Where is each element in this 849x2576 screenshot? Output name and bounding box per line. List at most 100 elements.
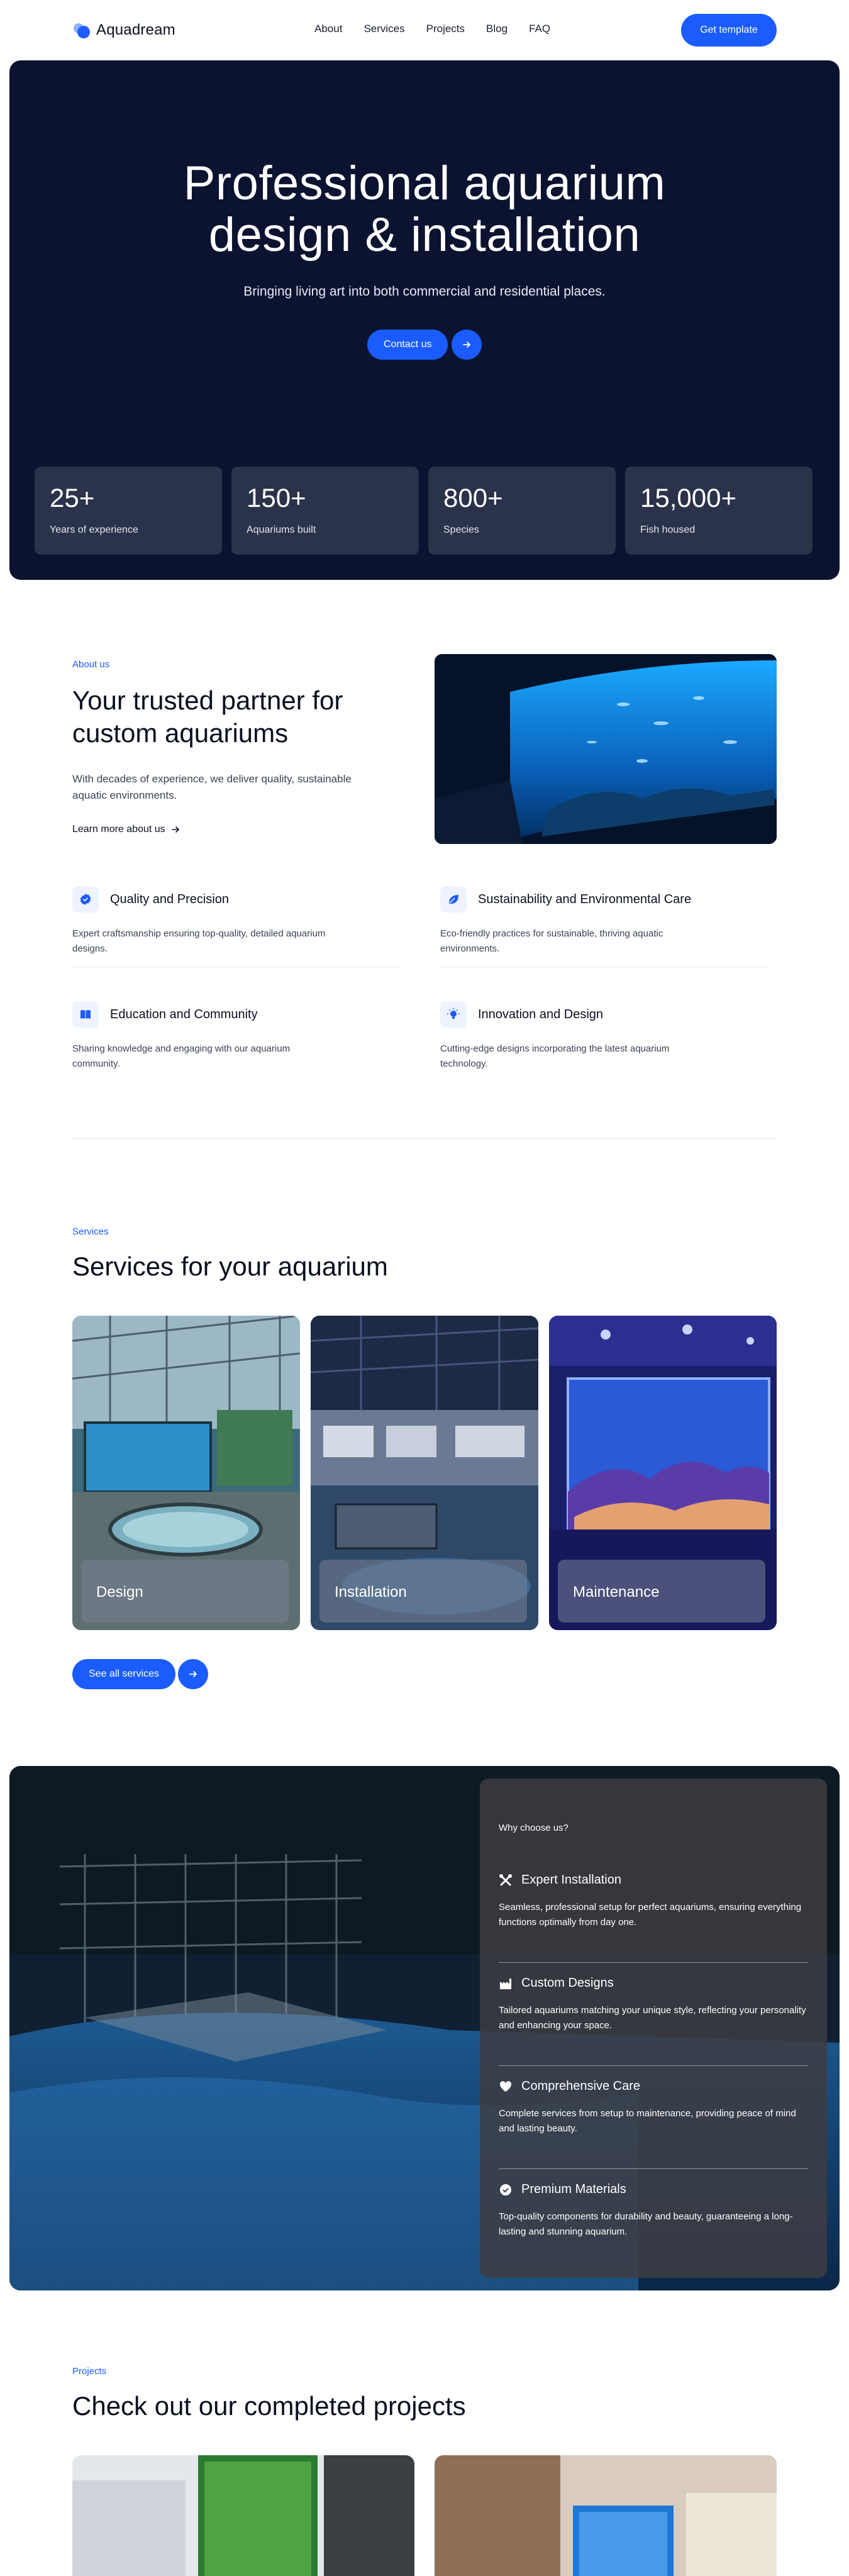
see-all-services-button[interactable]: See all services (72, 1659, 176, 1689)
tools-icon (499, 1874, 512, 1885)
learn-more-link[interactable]: Learn more about us (72, 824, 180, 835)
service-card-installation[interactable]: Installation (311, 1316, 538, 1630)
leaf-icon (440, 886, 467, 913)
factory-icon (500, 1978, 511, 1989)
hero-title-line-2: design & installation (208, 208, 641, 262)
aquarium-tunnel-image (435, 654, 777, 844)
logo-icon (72, 21, 91, 40)
why-item-comprehensive-care: Comprehensive Care Complete services fro… (499, 2079, 808, 2136)
why-item-title: Custom Designs (521, 1976, 614, 1990)
service-card-design[interactable]: Design (72, 1316, 300, 1630)
lightbulb-icon (440, 1001, 467, 1028)
aquarium-illustration (435, 654, 777, 844)
why-item-title: Expert Installation (521, 1873, 621, 1887)
why-eyebrow: Why choose us? (499, 1823, 569, 1833)
nav-links: About Services Projects Blog FAQ (314, 23, 550, 35)
service-card-label: Maintenance (558, 1560, 765, 1623)
service-card-maintenance[interactable]: Maintenance (549, 1316, 777, 1630)
stat-label: Species (443, 525, 479, 535)
feature-title: Quality and Precision (110, 892, 229, 906)
hero-subtitle: Bringing living art into both commercial… (243, 284, 606, 299)
nav-link-projects[interactable]: Projects (426, 23, 465, 35)
feature-quality: Quality and Precision Expert craftsmansh… (72, 886, 406, 957)
contact-arrow-button[interactable] (452, 330, 482, 360)
stat-card: 150+ Aquariums built (231, 467, 419, 555)
nav-link-faq[interactable]: FAQ (529, 23, 550, 35)
feature-innovation: Innovation and Design Cutting-edge desig… (440, 1001, 774, 1072)
about-description: With decades of experience, we deliver q… (72, 773, 352, 801)
nav-link-about[interactable]: About (314, 23, 342, 35)
feature-description: Eco-friendly practices for sustainable, … (440, 928, 663, 954)
feature-description: Expert craftsmanship ensuring top-qualit… (72, 928, 326, 954)
stat-card: 800+ Species (428, 467, 616, 555)
service-card-label: Design (81, 1560, 289, 1623)
feature-title: Innovation and Design (478, 1007, 604, 1021)
project-card-image[interactable] (435, 2455, 777, 2576)
brand-logo[interactable]: Aquadream (72, 21, 175, 40)
section-divider (72, 1138, 777, 1139)
service-card-title: Installation (335, 1584, 407, 1601)
nav-link-blog[interactable]: Blog (486, 23, 508, 35)
stats-row: 25+ Years of experience 150+ Aquariums b… (35, 467, 813, 555)
contact-us-button[interactable]: Contact us (367, 330, 448, 360)
arrow-right-icon (171, 826, 179, 833)
nav-link-services[interactable]: Services (363, 23, 404, 35)
projects-eyebrow: Projects (72, 2366, 107, 2377)
projects-title: Check out our completed projects (72, 2391, 466, 2421)
stat-label: Years of experience (50, 525, 138, 535)
stat-value: 150+ (247, 483, 306, 513)
stat-card: 25+ Years of experience (35, 467, 222, 555)
stat-value: 15,000+ (640, 483, 736, 513)
stat-value: 800+ (443, 483, 503, 513)
hero-cta-group: Contact us (367, 330, 482, 360)
project-office-aquarium-image (72, 2455, 414, 2576)
heart-icon (499, 2080, 512, 2092)
hero-section: Professional aquarium design & installat… (9, 60, 840, 580)
brand-name: Aquadream (96, 21, 175, 38)
about-eyebrow: About us (72, 659, 110, 670)
about-title: Your trusted partner for custom aquarium… (72, 686, 343, 748)
why-divider (499, 2168, 808, 2169)
service-card-label: Installation (319, 1560, 527, 1623)
why-item-premium-materials: Premium Materials Top-quality components… (499, 2182, 808, 2240)
service-card-title: Maintenance (573, 1584, 660, 1601)
services-eyebrow: Services (72, 1226, 109, 1237)
service-card-title: Design (96, 1584, 143, 1601)
stat-label: Aquariums built (247, 525, 316, 535)
why-item-description: Seamless, professional setup for perfect… (499, 1902, 802, 1928)
book-icon (72, 1001, 99, 1028)
stat-card: 15,000+ Fish housed (625, 467, 813, 555)
services-arrow-button[interactable] (178, 1659, 209, 1689)
hero-title-line-1: Professional aquarium (183, 157, 666, 210)
why-item-description: Complete services from setup to maintena… (499, 2108, 796, 2134)
project-lobby-aquarium-image (435, 2455, 777, 2576)
why-item-title: Comprehensive Care (521, 2079, 640, 2093)
get-template-button[interactable]: Get template (681, 14, 777, 47)
why-divider (499, 2065, 808, 2066)
why-choose-us-panel: Why choose us? Expert Installation Seaml… (480, 1779, 827, 2278)
hero-title: Professional aquarium design & installat… (9, 158, 840, 261)
arrow-right-icon (463, 341, 471, 348)
project-card-image[interactable] (72, 2455, 414, 2576)
top-navigation: Aquadream About Services Projects Blog F… (0, 0, 849, 60)
feature-description: Sharing knowledge and engaging with our … (72, 1043, 291, 1069)
badge-check-icon (500, 2184, 511, 2196)
feature-education: Education and Community Sharing knowledg… (72, 1001, 406, 1072)
badge-check-icon (72, 886, 99, 913)
page: Aquadream About Services Projects Blog F… (0, 0, 849, 2576)
why-choose-us-section: Why choose us? Expert Installation Seaml… (9, 1766, 840, 2290)
feature-title: Sustainability and Environmental Care (478, 892, 692, 906)
services-title: Services for your aquarium (72, 1252, 388, 1281)
why-item-title: Premium Materials (521, 2182, 626, 2196)
why-item-description: Top-quality components for durability an… (499, 2211, 793, 2237)
why-item-expert-installation: Expert Installation Seamless, profession… (499, 1873, 808, 1930)
why-divider (499, 1962, 808, 1963)
why-item-description: Tailored aquariums matching your unique … (499, 2005, 806, 2031)
why-item-custom-designs: Custom Designs Tailored aquariums matchi… (499, 1976, 808, 2033)
services-cta-group: See all services (72, 1659, 209, 1689)
feature-title: Education and Community (110, 1007, 258, 1021)
feature-sustainability: Sustainability and Environmental Care Ec… (440, 886, 774, 957)
stat-label: Fish housed (640, 525, 696, 535)
learn-more-label: Learn more about us (72, 824, 165, 835)
arrow-right-icon (189, 1671, 197, 1677)
